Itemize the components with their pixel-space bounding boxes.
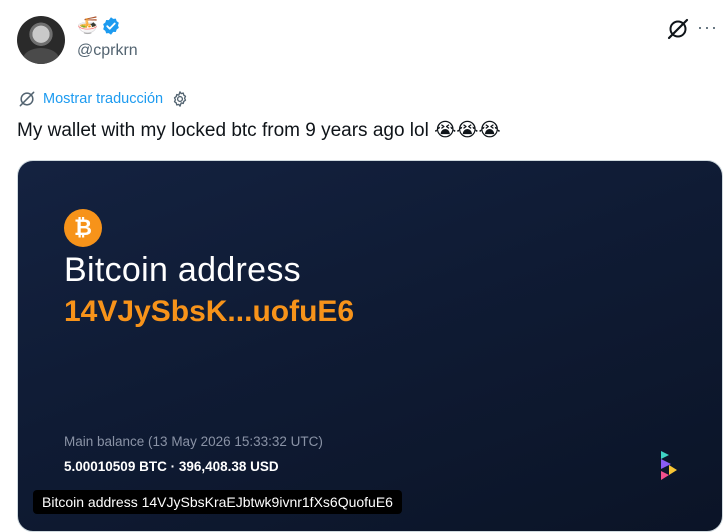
tweet-image-card[interactable]: ₿ Bitcoin address 14VJySbsK...uofuE6 Mai… — [17, 160, 723, 532]
wallet-brand-logo-icon — [661, 451, 677, 480]
crying-emojis: 😭😭😭 — [434, 119, 501, 141]
tweet-body: My wallet with my locked btc from 9 year… — [17, 120, 429, 141]
tweet-text: My wallet with my locked btc from 9 year… — [17, 116, 501, 145]
image-alt-caption: Bitcoin address 14VJySbsKraEJbtwk9ivnr1f… — [33, 490, 402, 514]
avatar-figure — [23, 48, 59, 64]
more-options-icon[interactable]: ··· — [697, 18, 723, 38]
author-name[interactable]: 🍜 — [77, 14, 121, 38]
avatar[interactable] — [17, 16, 65, 64]
bitcoin-logo-icon: ₿ — [64, 209, 102, 247]
noodle-emoji: 🍜 — [77, 16, 99, 36]
author-handle[interactable]: @cprkrn — [77, 42, 138, 60]
gear-icon[interactable] — [171, 90, 189, 108]
grok-icon[interactable] — [666, 17, 690, 41]
show-translation-link[interactable]: Mostrar traducción — [43, 91, 163, 107]
translate-icon — [19, 91, 35, 107]
card-title: Bitcoin address — [64, 251, 301, 289]
translation-row: Mostrar traducción — [17, 88, 189, 110]
verified-badge-icon[interactable] — [101, 16, 121, 36]
card-address: 14VJySbsK...uofuE6 — [64, 295, 355, 328]
balance-value: 5.00010509 BTC · 396,408.38 USD — [64, 459, 279, 474]
balance-label: Main balance (13 May 2026 15:33:32 UTC) — [64, 434, 323, 449]
